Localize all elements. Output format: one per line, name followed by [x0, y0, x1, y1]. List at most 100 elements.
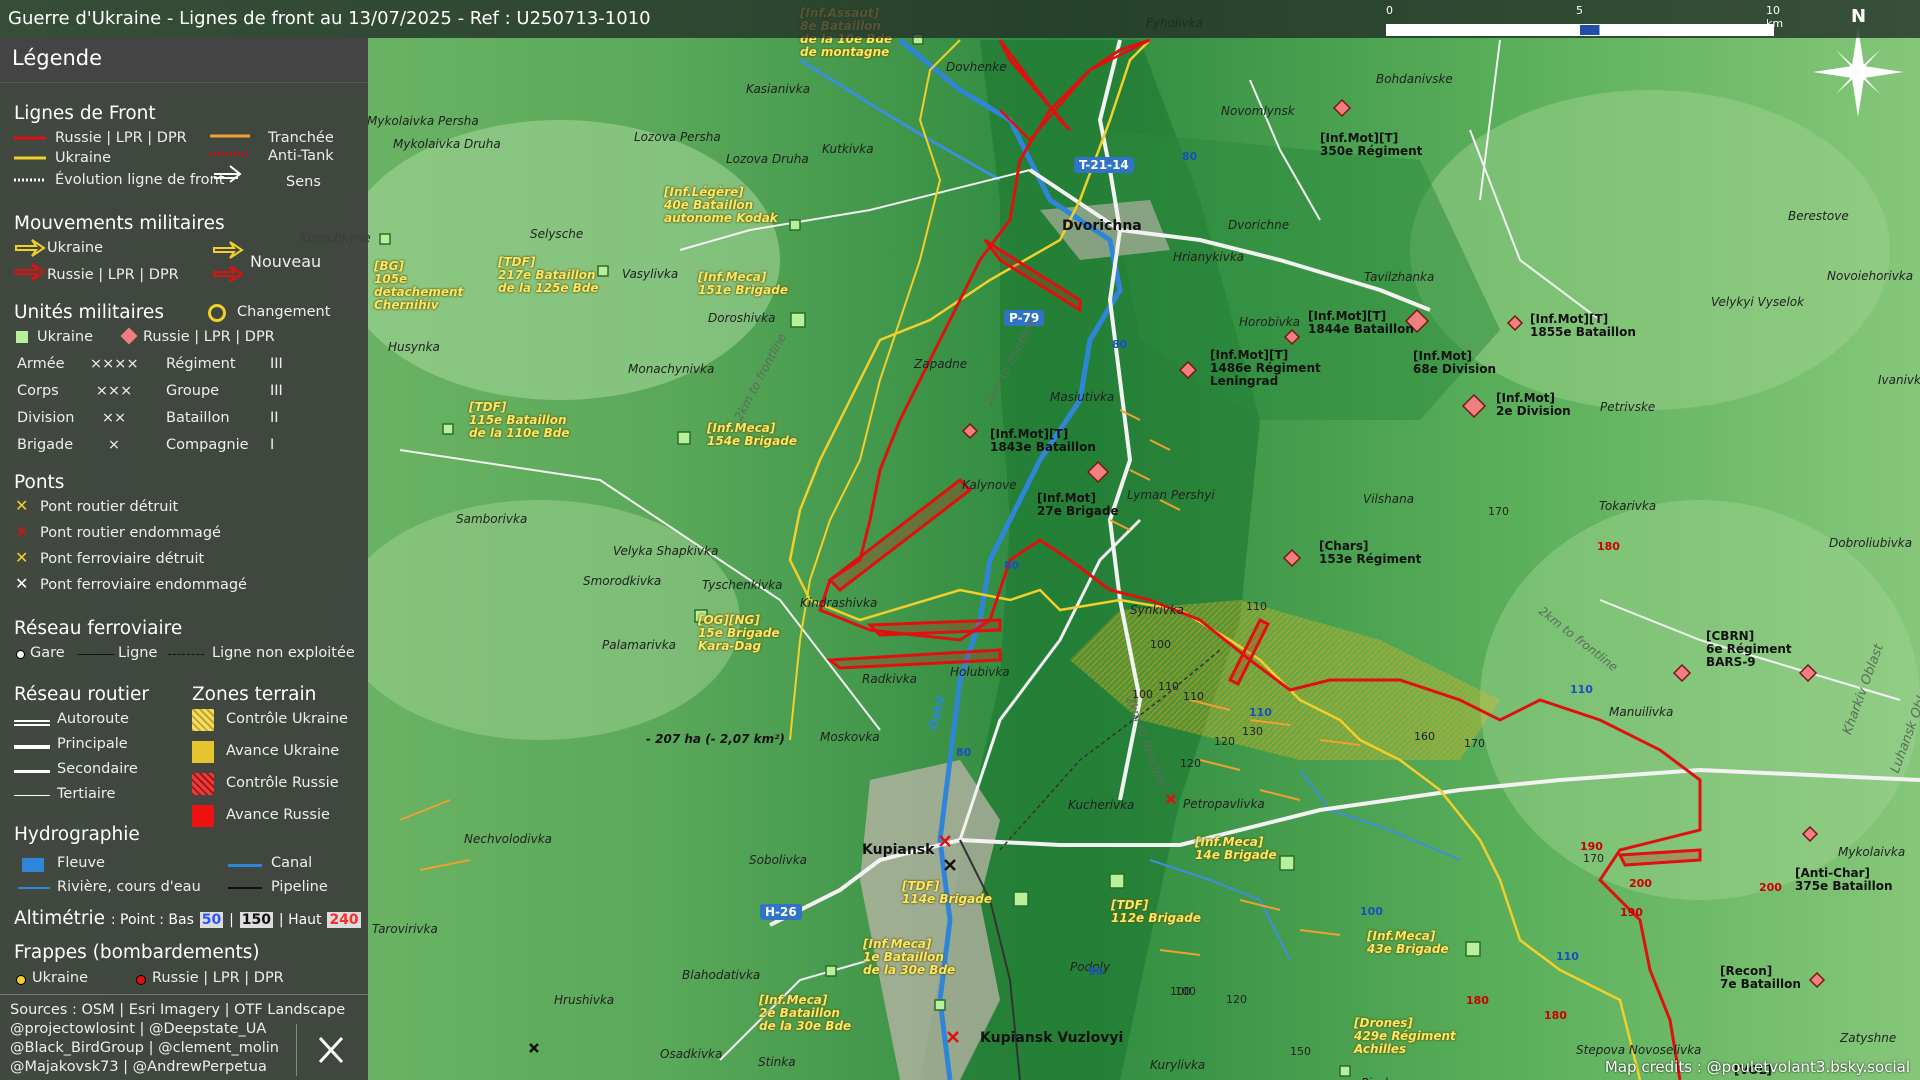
- legend-header: Légende: [0, 38, 368, 83]
- legend-bridge-item: Pont ferroviaire endommagé: [40, 577, 247, 593]
- legend-units-ukraine: Ukraine: [37, 329, 93, 345]
- echelon-name: Brigade: [17, 437, 74, 453]
- unit-label-line: autonome Kodak: [664, 211, 778, 225]
- road-shield[interactable]: T-21-14: [1074, 157, 1134, 173]
- russia-unit-label[interactable]: [Anti-Char] 375e Bataillon: [1795, 867, 1893, 893]
- altitude-point: 80: [956, 746, 972, 759]
- altitude-point: 100: [1360, 905, 1383, 918]
- russia-unit-label[interactable]: [Inf.Mot] 68e Division: [1413, 350, 1496, 376]
- legend-strikes-ukraine: Ukraine: [32, 970, 88, 986]
- town-label: Hrianykivka: [1173, 250, 1245, 264]
- town-label: Masiutivka: [1050, 390, 1115, 404]
- legend-zones-title: Zones terrain: [192, 684, 317, 705]
- unit-label-line: de la 110e Bde: [469, 426, 570, 440]
- altitude-point: 200: [1759, 881, 1782, 894]
- ukraine-unit-label[interactable]: [OG][NG] 15e Brigade Kara-Dag: [698, 614, 780, 653]
- road-swatch: [14, 745, 50, 749]
- town-label: Lozova Persha: [634, 130, 721, 144]
- echelon-symbol: II: [270, 410, 279, 426]
- altitude-point: 110: [1249, 706, 1272, 719]
- town-label: Doroshivka: [708, 311, 776, 325]
- river-swatch: [18, 887, 50, 889]
- town-label: Petrivske: [1600, 400, 1656, 414]
- altitude-point: 110: [1570, 683, 1593, 696]
- scale-bar: 0 5 10 km: [1380, 4, 1790, 36]
- zone-swatch: [192, 709, 214, 731]
- move-new-swatches: [213, 241, 244, 282]
- x-social-button[interactable]: [296, 1024, 367, 1076]
- ukraine-unit-label[interactable]: [TDF] 115e Bataillon de la 110e Bde: [469, 401, 570, 440]
- ukraine-unit-label[interactable]: [Inf.Meca] 43e Brigade: [1367, 930, 1449, 956]
- legend-front-russia: Russie | LPR | DPR: [55, 130, 187, 146]
- ukraine-unit-label[interactable]: [BG] 105e détachement Chernihiv: [374, 260, 463, 312]
- town-label: Horobivka: [1239, 315, 1300, 329]
- unit-label-line: 154e Brigade: [707, 434, 797, 448]
- change-circle-icon: [208, 304, 226, 322]
- altitude-point: 150: [1290, 1045, 1311, 1058]
- legend-zone-item: Avance Ukraine: [226, 743, 340, 759]
- russia-unit-label[interactable]: [Chars] 153e Régiment: [1319, 540, 1421, 566]
- source-line: @Majakovsk73 | @AndrewPerpetua: [10, 1059, 267, 1075]
- town-label: Vilshana: [1363, 492, 1415, 506]
- russia-unit-label[interactable]: [Inf.Mot] 27e Brigade: [1037, 492, 1119, 518]
- altitude-point: 120: [1180, 757, 1201, 770]
- legend-moves-russia: Russie | LPR | DPR: [47, 267, 179, 283]
- legend-units-change: Changement: [237, 304, 331, 320]
- altitude-point: 200: [1629, 877, 1652, 890]
- altitude-point: 130: [1242, 725, 1263, 738]
- altitude-point: 160: [1414, 730, 1435, 743]
- legend-altimetry-high-label: | Haut: [278, 912, 322, 928]
- ukraine-unit-label[interactable]: [Inf.Meca] 14e Brigade: [1195, 836, 1277, 862]
- zone-swatch: [192, 741, 214, 763]
- town-label: Radkivka: [862, 672, 917, 686]
- strike-ukraine-icon: [16, 975, 26, 985]
- bridge-cross-icon: ✕: [15, 496, 29, 515]
- unit-label-line: Leningrad: [1210, 374, 1279, 388]
- ukraine-unit-label[interactable]: [Inf.Meca] 2e Bataillon de la 30e Bde: [759, 994, 851, 1033]
- ukraine-unit-label[interactable]: [Drones] 429e Régiment Achilles: [1354, 1017, 1456, 1056]
- ukraine-unit-label[interactable]: [TDF] 112e Brigade: [1111, 899, 1201, 925]
- town-label: Blahodativka: [682, 968, 761, 982]
- altitude-point: 180: [1466, 994, 1489, 1007]
- strike-russia-icon: [136, 975, 146, 985]
- town-label: Bohdanivske: [1376, 72, 1453, 86]
- russia-unit-label[interactable]: [Inf.Mot][T] 1843e Bataillon: [990, 428, 1096, 454]
- legend-strikes-title: Frappes (bombardements): [14, 942, 260, 963]
- town-label: Selysche: [530, 227, 584, 241]
- legend-units-russia: Russie | LPR | DPR: [143, 329, 275, 345]
- city-label: Kupiansk Vuzlovyi: [980, 1030, 1124, 1046]
- ukraine-unit-label[interactable]: [Inf.Légère] 40e Bataillon autonome Kodak: [664, 186, 778, 225]
- echelon-symbol: I: [270, 437, 275, 453]
- legend-strikes-russia: Russie | LPR | DPR: [152, 970, 284, 986]
- russia-unit-label[interactable]: [Recon] 7e Bataillon: [1720, 965, 1801, 991]
- road-swatch: [14, 770, 50, 773]
- russia-unit-label[interactable]: [CBRN] 6e Régiment BARS-9: [1706, 630, 1792, 669]
- town-label: Manuilivka: [1609, 705, 1674, 719]
- legend-roads-title: Réseau routier: [14, 684, 149, 705]
- unit-label-line: 153e Régiment: [1319, 552, 1422, 566]
- source-line: @projectowlosint | @Deepstate_UA: [10, 1021, 267, 1037]
- altitude-point: 80: [1112, 338, 1128, 351]
- road-shield[interactable]: H-26: [760, 904, 802, 920]
- russia-unit-label[interactable]: [Inf.Mot][T] 1855e Bataillon: [1530, 313, 1636, 339]
- echelon-name: Régiment: [166, 356, 236, 372]
- altitude-point: 80: [1182, 150, 1198, 163]
- russia-unit-label[interactable]: [Inf.Mot] 2e Division: [1496, 392, 1571, 418]
- unit-label-line: Kara-Dag: [698, 639, 762, 653]
- legend-rail-station: Gare: [30, 645, 65, 661]
- town-label: Zatyshne: [1840, 1031, 1897, 1045]
- ukraine-unit-label[interactable]: [TDF] 217e Bataillon de la 125e Bde: [498, 256, 599, 295]
- town-label: Kindrashivka: [800, 596, 878, 610]
- ukraine-unit-label[interactable]: [Inf.Meca] 151e Brigade: [698, 271, 788, 297]
- town-label: Nechvolodivka: [464, 832, 553, 846]
- altitude-point: 80: [1004, 559, 1020, 572]
- zone-swatch: [192, 805, 214, 827]
- ukraine-unit-label[interactable]: [Inf.Meca] 154e Brigade: [707, 422, 797, 448]
- russia-unit-label[interactable]: [Inf.Mot][T] 1486e Régiment Leningrad: [1210, 349, 1321, 388]
- map-title: Guerre d'Ukraine - Lignes de front au 13…: [8, 8, 651, 29]
- russia-unit-label[interactable]: [Inf.Mot][T] 1844e Bataillon: [1308, 310, 1414, 336]
- russia-unit-label[interactable]: [Inf.Mot][T] 350e Régiment: [1320, 132, 1422, 158]
- unit-label-line: 151e Brigade: [698, 283, 788, 297]
- ukraine-unit-label[interactable]: [TDF] 114e Brigade: [902, 880, 992, 906]
- ukraine-unit-label[interactable]: [Inf.Meca] 1e Bataillon de la 30e Bde: [863, 938, 955, 977]
